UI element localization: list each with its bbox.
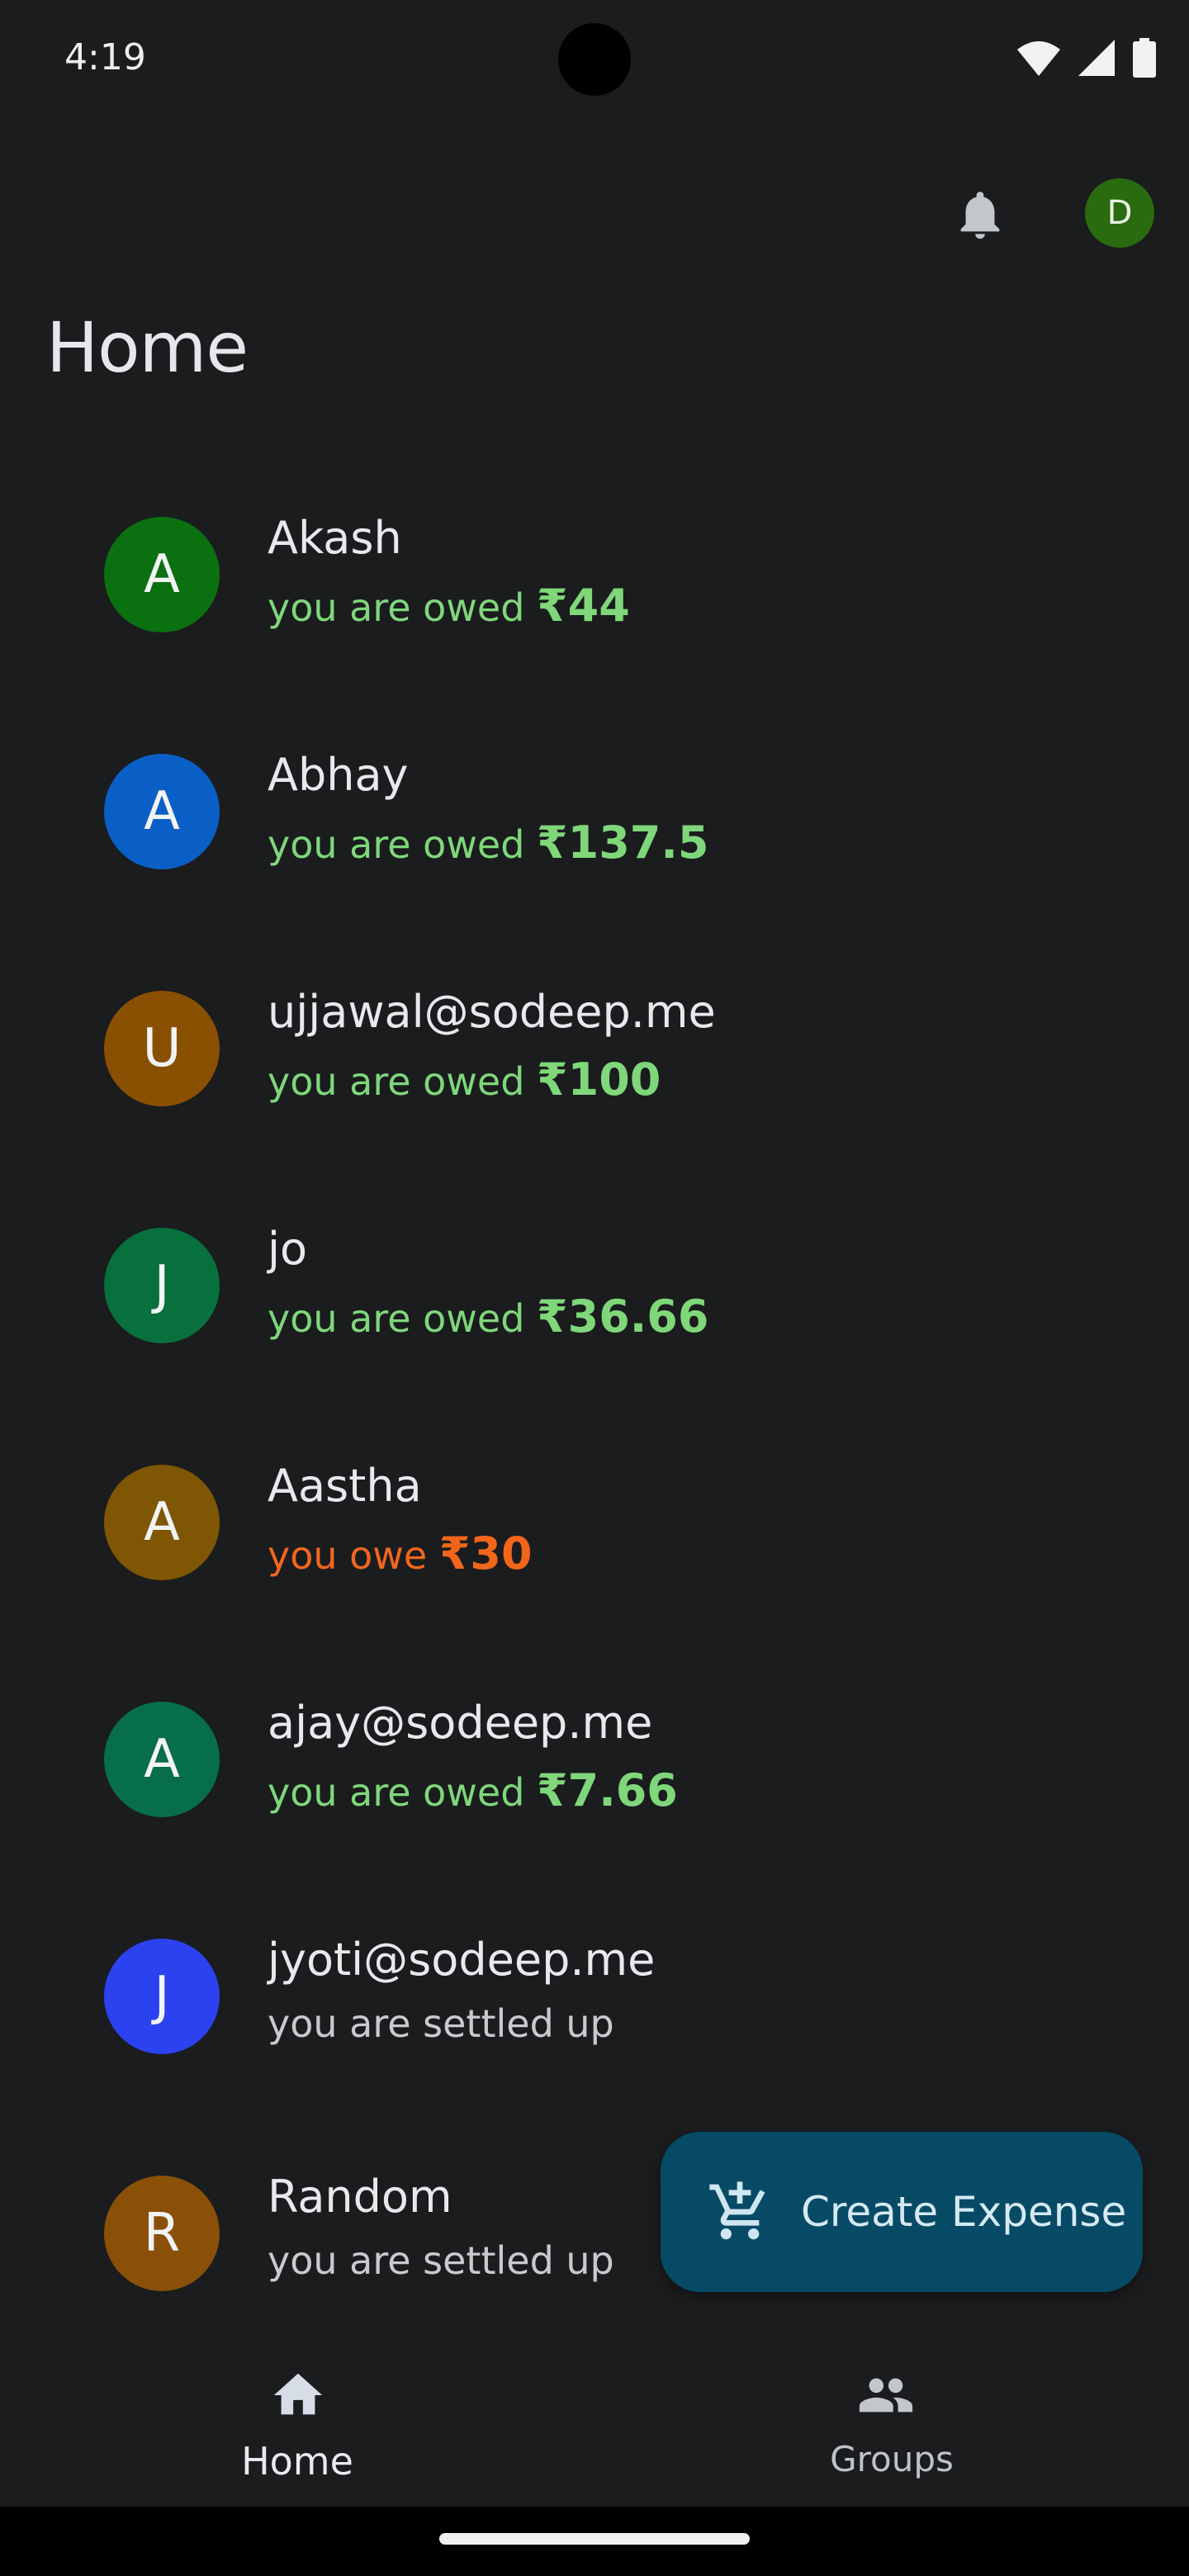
- top-app-bar: D: [0, 165, 1189, 264]
- balance-status: you are owed: [268, 1296, 525, 1341]
- friend-name: Random: [268, 2171, 452, 2223]
- friend-avatar: A: [104, 1702, 220, 1817]
- friend-row[interactable]: A Abhay you are owed ₹137.5: [0, 696, 1189, 933]
- balance-amount: ₹100: [537, 1054, 661, 1106]
- friend-avatar: J: [104, 1939, 220, 2054]
- friend-avatar: A: [104, 754, 220, 869]
- friend-balance: you are settled up: [268, 2001, 614, 2046]
- friend-row[interactable]: Uujjawal@sodeep.me you are owed ₹100: [0, 933, 1189, 1170]
- wifi-icon: [1017, 41, 1060, 76]
- friend-row[interactable]: Jjyoti@sodeep.me you are settled up: [0, 1881, 1189, 2118]
- friend-name: Aastha: [268, 1460, 422, 1512]
- balance-amount: ₹44: [537, 580, 630, 632]
- profile-initial: D: [1106, 194, 1133, 232]
- status-bar: 4:19: [0, 0, 1189, 116]
- balance-amount: ₹7.66: [537, 1764, 678, 1816]
- friend-name: jo: [268, 1223, 308, 1275]
- friend-initial: J: [154, 1255, 170, 1316]
- bell-icon[interactable]: [951, 182, 1009, 248]
- balance-status: you are owed: [268, 1770, 525, 1815]
- friend-initial: U: [142, 1018, 182, 1079]
- balance-amount: ₹36.66: [537, 1290, 709, 1342]
- friend-row[interactable]: A Aastha you owe ₹30: [0, 1407, 1189, 1644]
- group-icon: [859, 2378, 913, 2413]
- status-icons: [1017, 38, 1156, 78]
- friend-initial: A: [144, 1492, 180, 1553]
- profile-avatar[interactable]: D: [1085, 178, 1154, 248]
- friend-row[interactable]: Aajay@sodeep.me you are owed ₹7.66: [0, 1644, 1189, 1881]
- balance-status: you are owed: [268, 585, 525, 630]
- balance-amount: ₹137.5: [537, 817, 709, 869]
- add-shopping-cart-icon: [709, 2181, 765, 2240]
- friend-initial: A: [144, 1729, 180, 1790]
- friend-name: ajay@sodeep.me: [268, 1697, 653, 1749]
- nav-home[interactable]: Home: [0, 2337, 594, 2507]
- gesture-bar-area: [0, 2507, 1189, 2576]
- friend-name: jyoti@sodeep.me: [268, 1934, 656, 1986]
- friend-balance: you are owed ₹137.5: [268, 817, 708, 869]
- nav-groups-label: Groups: [830, 2439, 954, 2479]
- bottom-navigation: Home Groups: [0, 2337, 1189, 2507]
- friend-name: Abhay: [268, 749, 409, 801]
- gesture-handle[interactable]: [439, 2533, 750, 2545]
- friend-initial: A: [144, 781, 180, 842]
- friend-balance: you are owed ₹100: [268, 1054, 661, 1106]
- balance-status: you are owed: [268, 1059, 525, 1104]
- nav-home-label: Home: [241, 2439, 353, 2484]
- friend-avatar: A: [104, 1465, 220, 1580]
- signal-icon: [1078, 40, 1115, 76]
- friend-initial: R: [143, 2203, 181, 2264]
- friend-name: Akash: [268, 512, 402, 564]
- friend-avatar: J: [104, 1228, 220, 1343]
- balance-status: you are settled up: [268, 2001, 614, 2046]
- battery-icon: [1133, 38, 1156, 78]
- create-expense-button[interactable]: Create Expense: [661, 2132, 1143, 2292]
- status-time: 4:19: [64, 36, 146, 78]
- friend-balance: you are owed ₹7.66: [268, 1764, 678, 1816]
- page-title: Home: [46, 307, 249, 388]
- balance-status: you are settled up: [268, 2238, 614, 2283]
- balance-amount: ₹30: [438, 1527, 533, 1579]
- friend-balance: you owe ₹30: [268, 1527, 533, 1579]
- friend-balance: you are owed ₹44: [268, 580, 630, 632]
- friend-initial: A: [144, 544, 180, 605]
- friend-balance: you are settled up: [268, 2238, 614, 2283]
- friend-name: ujjawal@sodeep.me: [268, 986, 716, 1038]
- friend-row[interactable]: Jjo you are owed ₹36.66: [0, 1170, 1189, 1407]
- create-expense-label: Create Expense: [801, 2188, 1127, 2236]
- camera-cutout: [558, 23, 631, 96]
- friend-avatar: A: [104, 517, 220, 632]
- friend-balance: you are owed ₹36.66: [268, 1290, 708, 1342]
- balance-status: you owe: [268, 1533, 428, 1578]
- friend-initial: J: [154, 1966, 170, 2027]
- home-icon: [273, 2373, 323, 2415]
- friend-avatar: U: [104, 991, 220, 1106]
- friend-row[interactable]: A Akash you are owed ₹44: [0, 459, 1189, 696]
- friends-list: A Akash you are owed ₹44 A Abhay you are owed…: [0, 459, 1189, 2355]
- nav-groups[interactable]: Groups: [594, 2337, 1189, 2507]
- balance-status: you are owed: [268, 822, 525, 867]
- friend-avatar: R: [104, 2176, 220, 2291]
